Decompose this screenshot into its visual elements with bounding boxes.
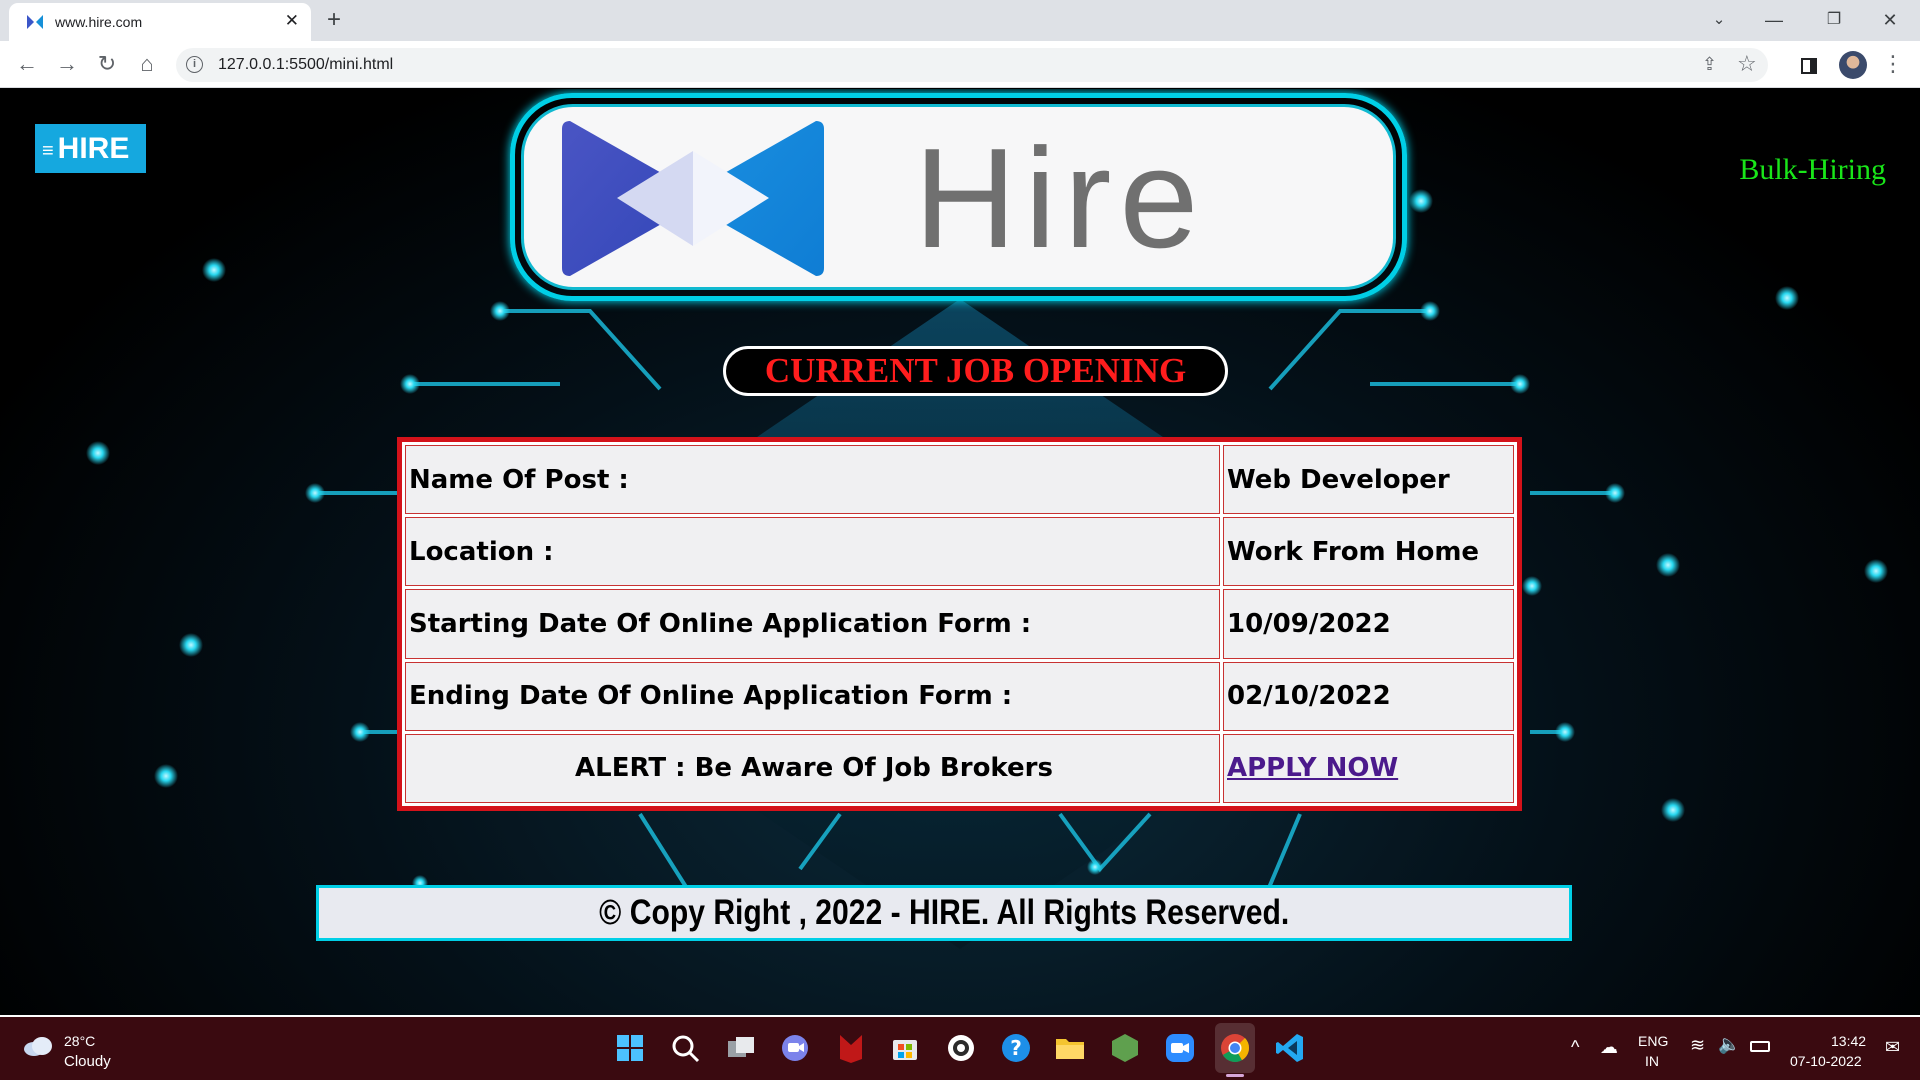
post-label: Name Of Post : [405,445,1220,515]
location-value: Work From Home [1223,517,1514,587]
restore-button[interactable]: ❐ [1814,6,1854,34]
start-date-value: 10/09/2022 [1223,589,1514,659]
hire-logo-mark-icon [562,121,824,276]
browser-tab-strip: www.hire.com ✕ + ⌄ — ❐ ✕ [0,0,1920,41]
hire-menu-button[interactable]: ≡ HIRE [35,124,146,173]
share-icon[interactable]: ⇪ [1702,54,1717,75]
job-details-table: Name Of Post : Web Developer Location : … [397,437,1522,811]
forward-button[interactable]: → [52,49,82,79]
end-date-value: 02/10/2022 [1223,661,1514,731]
web-page: ≡ HIRE Bulk-Hiring Hire CURRENT JOB OPEN… [0,89,1920,1015]
windows-start-icon[interactable] [613,1031,647,1065]
search-icon[interactable] [668,1031,702,1065]
end-date-label: Ending Date Of Online Application Form : [405,661,1220,731]
table-row: Ending Date Of Online Application Form :… [405,661,1514,731]
profile-avatar[interactable] [1839,51,1867,79]
teams-chat-icon[interactable] [778,1031,812,1065]
nodejs-icon[interactable] [1108,1031,1142,1065]
job-broker-alert: ALERT : Be Aware Of Job Brokers [405,733,1220,803]
browser-toolbar: ← → ↻ ⌂ i 127.0.0.1:5500/mini.html ⇪ ☆ ⋮ [0,41,1920,88]
minimize-button[interactable]: — [1754,6,1794,34]
store-icon[interactable] [888,1031,922,1065]
browser-menu-icon[interactable]: ⋮ [1882,49,1904,79]
active-app-indicator [1226,1074,1244,1077]
apply-now-link[interactable]: APPLY NOW [1227,753,1398,783]
cloud-weather-icon[interactable] [22,1035,54,1057]
task-view-icon[interactable] [724,1031,758,1065]
table-row: ALERT : Be Aware Of Job Brokers APPLY NO… [405,733,1514,803]
table-row: Name Of Post : Web Developer [405,445,1514,515]
svg-text:?: ? [1010,1036,1022,1060]
language-indicator[interactable]: ENG [1638,1033,1668,1049]
reload-button[interactable]: ↻ [92,49,122,79]
tab-search-icon[interactable]: ⌄ [1699,6,1739,34]
home-button[interactable]: ⌂ [132,49,162,79]
tab-title: www.hire.com [55,14,143,30]
weather-condition[interactable]: Cloudy [64,1053,111,1070]
hire-menu-label: HIRE [57,131,130,165]
windows-taskbar: 28°C Cloudy ? ^ ☁ ENG IN ≋ 🔈 13:42 07-10… [0,1015,1920,1080]
browser-tab[interactable]: www.hire.com ✕ [9,3,311,41]
side-panel-icon[interactable] [1801,58,1817,74]
tab-close-icon[interactable]: ✕ [285,10,299,32]
region-indicator[interactable]: IN [1645,1053,1659,1069]
battery-icon[interactable] [1750,1041,1770,1052]
mcafee-icon[interactable] [834,1031,868,1065]
url-text[interactable]: 127.0.0.1:5500/mini.html [218,56,393,74]
clock-date[interactable]: 07-10-2022 [1790,1053,1862,1069]
hire-logo-wordmark: Hire [914,119,1207,278]
start-date-label: Starting Date Of Online Application Form… [405,589,1220,659]
section-title: CURRENT JOB OPENING [764,351,1187,390]
onedrive-cloud-icon[interactable]: ☁ [1600,1037,1618,1058]
hire-logo-banner: Hire [510,93,1407,301]
new-tab-button[interactable]: + [327,6,341,34]
chrome-icon[interactable] [1218,1031,1252,1065]
copyright-text: © Copy Right , 2022 - HIRE. All Rights R… [598,893,1290,932]
hamburger-menu-icon: ≡ [42,140,54,162]
section-title-pill: CURRENT JOB OPENING [723,346,1228,396]
help-icon[interactable]: ? [999,1031,1033,1065]
apply-now-cell: APPLY NOW [1223,733,1514,803]
zoom-icon[interactable] [1163,1031,1197,1065]
table-row: Starting Date Of Online Application Form… [405,589,1514,659]
close-window-button[interactable]: ✕ [1870,6,1910,34]
weather-temperature[interactable]: 28°C [64,1033,95,1049]
table-row: Location : Work From Home [405,517,1514,587]
bookmark-star-icon[interactable]: ☆ [1737,51,1757,77]
wifi-icon[interactable]: ≋ [1690,1035,1705,1056]
logo-card: Hire [521,104,1396,290]
file-explorer-icon[interactable] [1053,1031,1087,1065]
location-label: Location : [405,517,1220,587]
back-button[interactable]: ← [12,49,42,79]
app-circle-icon[interactable] [944,1031,978,1065]
clock-time[interactable]: 13:42 [1831,1033,1866,1049]
volume-icon[interactable]: 🔈 [1718,1034,1740,1055]
post-value: Web Developer [1223,445,1514,515]
site-info-icon[interactable]: i [186,56,203,73]
chevron-up-icon[interactable]: ^ [1571,1037,1579,1058]
bulk-hiring-link[interactable]: Bulk-Hiring [1739,153,1886,187]
vscode-icon[interactable] [1273,1031,1307,1065]
hire-favicon-icon [27,15,43,29]
footer-bar: © Copy Right , 2022 - HIRE. All Rights R… [316,885,1572,941]
notification-bell-icon[interactable]: ✉ [1885,1037,1900,1058]
address-bar[interactable]: i 127.0.0.1:5500/mini.html ⇪ ☆ [176,48,1768,82]
